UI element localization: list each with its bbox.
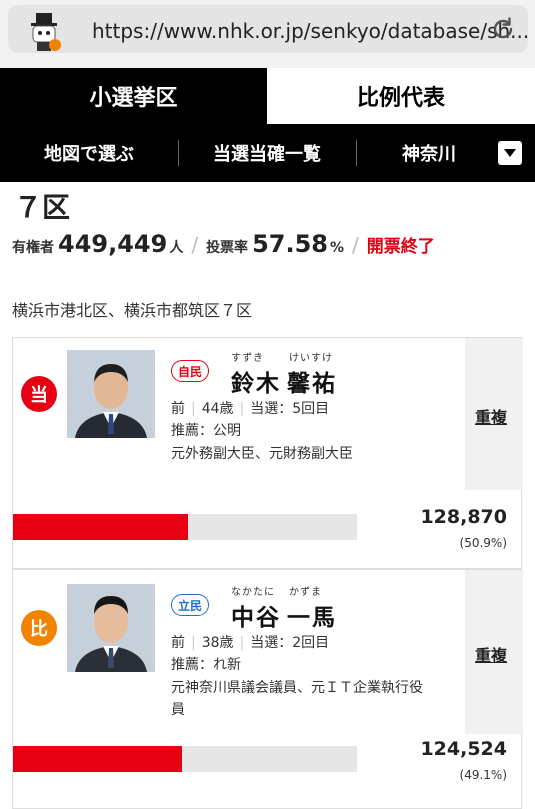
candidate-name-given: 一馬 <box>287 605 337 631</box>
divider <box>356 140 357 166</box>
candidate-age: 38歳 <box>201 635 234 651</box>
incumbent-status: 前 <box>171 635 185 651</box>
turnout-label: 投票率 <box>206 240 249 256</box>
tab-proportional[interactable]: 比例代表 <box>267 68 535 124</box>
candidate-name-family: 中谷 <box>231 605 281 631</box>
candidate-profile: 前 | 44歳 | 当選：5回目 <box>171 401 330 417</box>
times-elected: 当選：2回目 <box>250 635 330 651</box>
voters-label: 有権者 <box>12 240 54 256</box>
winners-list-link[interactable]: 当選当確一覧 <box>178 124 356 182</box>
name-ruby-family: すずき <box>231 353 264 364</box>
vote-count: 124,524 <box>420 738 507 760</box>
vote-bar-fill <box>13 746 182 772</box>
duplicate-link[interactable]: 重複 <box>475 404 507 428</box>
winner-badge: 当 <box>21 376 57 412</box>
candidate-name-family: 鈴木 <box>231 371 281 397</box>
reload-icon[interactable] <box>490 16 516 42</box>
recommendation: 推薦：れ新 <box>171 657 241 673</box>
district-area: 横浜市港北区、横浜市都筑区７区 <box>12 301 253 320</box>
proportional-badge: 比 <box>21 610 57 646</box>
voters-value: 449,449 <box>58 230 168 258</box>
recommendation: 推薦：公明 <box>171 423 241 439</box>
candidate-photo <box>67 584 155 672</box>
stat-divider: / <box>191 233 199 257</box>
prefecture-select[interactable]: 神奈川 <box>372 124 486 182</box>
nhk-mascot-icon <box>31 13 61 51</box>
map-select-link[interactable]: 地図で選ぶ <box>0 124 178 182</box>
candidate-photo <box>67 350 155 438</box>
candidate-card[interactable]: 当 自民 すずき けいすけ 鈴木 馨祐 前 | 44歳 | 当選：5回目 推薦：公明 元… <box>12 337 523 569</box>
count-status: 開票終了 <box>366 237 435 257</box>
vote-bar-fill <box>13 514 189 540</box>
candidate-profile: 前 | 38歳 | 当選：2回目 <box>171 635 330 651</box>
vote-count: 128,870 <box>420 506 507 528</box>
vote-bar <box>13 514 357 540</box>
career: 元神奈川県議会議員、元ＩＴ企業執行役 <box>171 680 423 696</box>
times-elected: 当選：5回目 <box>250 401 330 417</box>
sub-navigation: 地図で選ぶ 当選当確一覧 神奈川 <box>0 124 535 182</box>
voters-unit: 人 <box>169 240 184 256</box>
district-title: ７区 <box>14 191 71 224</box>
portrait-icon <box>67 350 155 438</box>
address-field[interactable]: https://www.nhk.or.jp/senkyo/database/sh… <box>8 5 530 53</box>
career: 元外務副大臣、元財務副大臣 <box>171 446 353 462</box>
candidate-name-given: 馨祐 <box>287 371 337 397</box>
tab-single-seat[interactable]: 小選挙区 <box>0 68 267 124</box>
vote-percent: (50.9%) <box>459 536 507 550</box>
chevron-down-icon[interactable] <box>498 141 522 165</box>
vote-percent: (49.1%) <box>459 768 507 782</box>
name-ruby-given: かずま <box>289 587 322 598</box>
url-text: https://www.nhk.or.jp/senkyo/database/sh… <box>92 19 530 43</box>
election-type-tabs: 小選挙区 比例代表 <box>0 68 535 124</box>
incumbent-status: 前 <box>171 401 185 417</box>
party-label: 立民 <box>171 594 210 616</box>
name-ruby-family: なかたに <box>231 587 275 598</box>
browser-url-bar: https://www.nhk.or.jp/senkyo/database/sh… <box>0 0 535 68</box>
portrait-icon <box>67 584 155 672</box>
career-continued: 員 <box>171 702 185 718</box>
turnout-value: 57.58 <box>252 230 328 258</box>
candidate-age: 44歳 <box>201 401 234 417</box>
candidate-card[interactable]: 比 立民 なかたに かずま 中谷 一馬 前 | 38歳 | 当選：2回目 推薦：れ新 元… <box>12 569 523 809</box>
name-ruby-given: けいすけ <box>289 353 333 364</box>
turnout-unit: % <box>329 240 345 256</box>
stat-divider: / <box>352 233 359 257</box>
duplicate-link[interactable]: 重複 <box>475 642 507 666</box>
party-label: 自民 <box>171 360 210 382</box>
vote-bar <box>13 746 357 772</box>
district-stats: 有権者 449,449 人 / 投票率 57.58 % / 開票終了 <box>12 230 435 258</box>
